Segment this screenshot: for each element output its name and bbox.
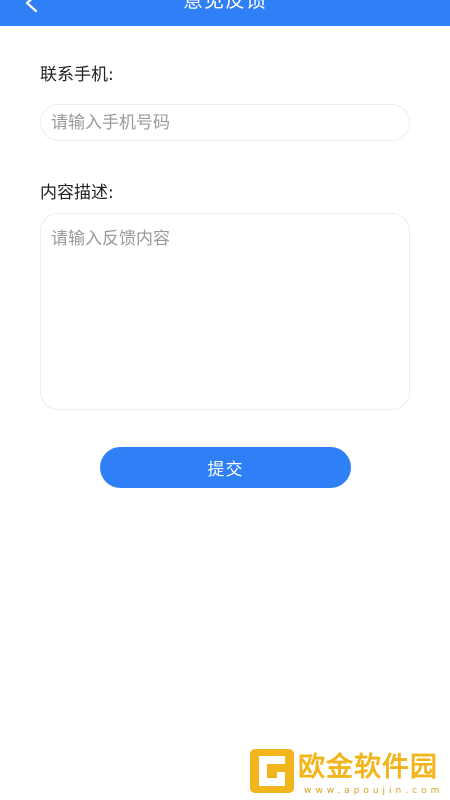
- watermark-name: 欧金软件园: [298, 752, 438, 783]
- description-textarea[interactable]: [40, 213, 410, 410]
- phone-input[interactable]: [40, 104, 410, 141]
- submit-button[interactable]: 提交: [100, 447, 351, 488]
- watermark-url: www.apoujin.com: [304, 786, 444, 796]
- page-title: 意见反馈: [183, 0, 267, 12]
- description-label: 内容描述:: [40, 183, 114, 203]
- phone-label: 联系手机:: [40, 65, 114, 85]
- apoujin-logo-icon: [250, 749, 294, 793]
- header-bar: 意见反馈: [0, 0, 450, 26]
